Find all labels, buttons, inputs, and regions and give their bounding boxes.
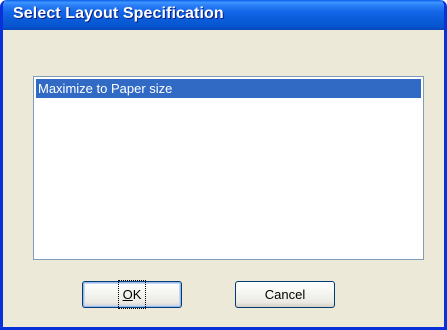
dialog-window: Select Layout Specification Maximize to … [0, 0, 447, 330]
layout-spec-listbox[interactable]: Maximize to Paper size [33, 76, 424, 260]
title-bar[interactable]: Select Layout Specification [3, 0, 444, 30]
cancel-button-label: Cancel [264, 287, 306, 302]
ok-button[interactable]: OK [82, 280, 182, 309]
ok-button-accelerator: O [122, 287, 133, 302]
dialog-client-area: Maximize to Paper size OK Cancel [3, 30, 444, 327]
ok-button-label-rest: K [132, 287, 142, 302]
ok-button-label: OK [117, 280, 147, 309]
window-title: Select Layout Specification [13, 5, 224, 22]
list-item-maximize-to-paper-size[interactable]: Maximize to Paper size [36, 79, 421, 98]
cancel-button[interactable]: Cancel [235, 281, 335, 308]
